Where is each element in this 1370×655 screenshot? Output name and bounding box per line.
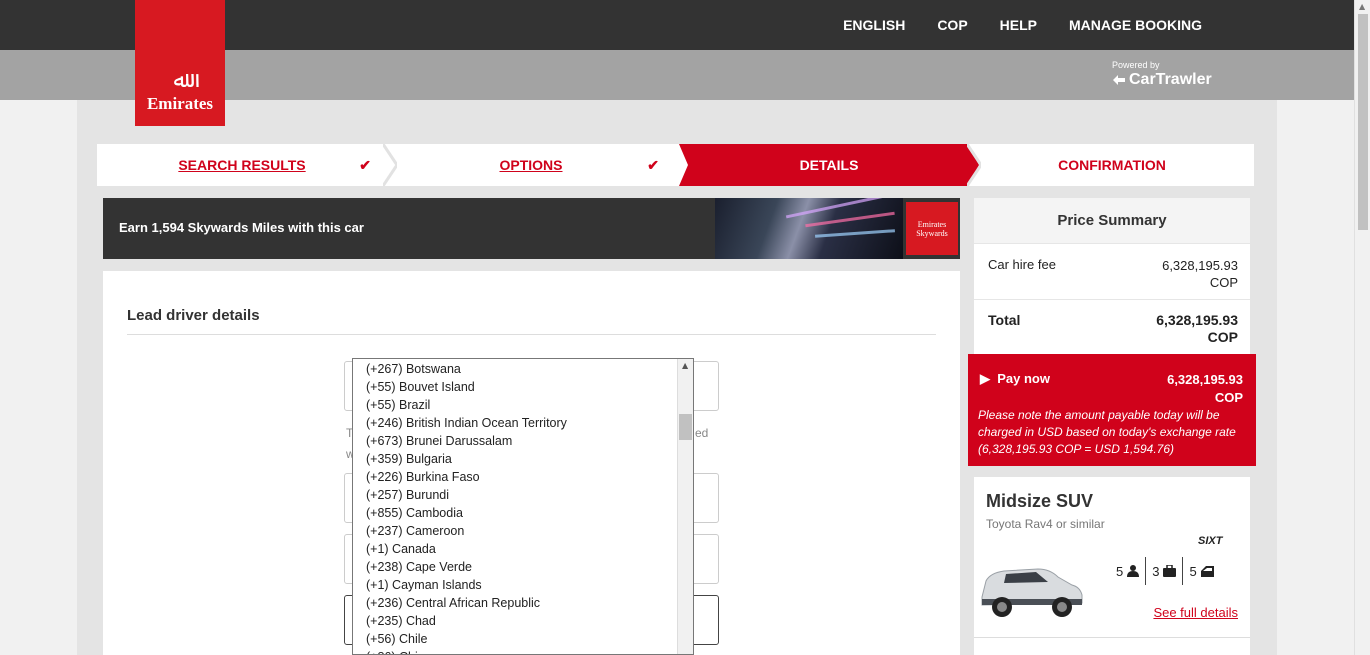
suitcase-icon [1163,565,1177,577]
country-code-option[interactable]: (+56) Chile [353,630,567,648]
step-label: DETAILS [799,157,859,173]
price-summary: Price Summary Car hire fee 6,328,195.93 … [974,198,1250,356]
car-model: Toyota Rav4 or similar [986,517,1105,531]
price-summary-title: Price Summary [974,198,1250,244]
country-code-option[interactable]: (+236) Central African Republic [353,594,567,612]
check-icon: ✔ [359,156,371,173]
country-code-option[interactable]: (+226) Burkina Faso [353,468,567,486]
skywards-badge: Emirates Skywards [906,202,958,255]
step-label[interactable]: SEARCH RESULTS [178,157,305,173]
country-code-options: (+267) Botswana (+55) Bouvet Island (+55) … [353,360,567,654]
car-hire-fee-amount: 6,328,195.93 [1162,258,1238,273]
skywards-badge-line2: Skywards [916,228,948,238]
car-hire-fee-row: Car hire fee 6,328,195.93 COP [988,257,1238,290]
pay-now-label: Pay now [997,371,1050,386]
country-code-option[interactable]: (+55) Brazil [353,396,567,414]
car-summary-card: Midsize SUV Toyota Rav4 or similar SIXT … [974,477,1250,655]
language-link[interactable]: ENGLISH [843,17,905,33]
supplier-logo: SIXT [1198,535,1223,547]
scroll-up-icon[interactable]: ▲ [1359,2,1365,11]
country-code-option[interactable]: (+55) Bouvet Island [353,378,567,396]
doors-count: 5 [1189,563,1197,579]
seats-count: 5 [1116,563,1124,579]
total-currency: COP [1207,329,1238,345]
country-code-option[interactable]: (+359) Bulgaria [353,450,567,468]
scrollbar-thumb[interactable] [679,414,692,440]
country-code-option[interactable]: (+855) Cambodia [353,504,567,522]
step-confirmation: CONFIRMATION [977,144,1247,186]
check-icon: ✔ [647,156,659,173]
hint-text: ed [695,426,709,440]
help-link[interactable]: HELP [1000,17,1037,33]
country-code-dropdown[interactable]: (+267) Botswana (+55) Bouvet Island (+55) … [352,358,694,655]
skywards-banner: Earn 1,594 Skywards Miles with this car … [103,198,960,259]
pay-now-amount: 6,328,195.93 [1167,372,1243,387]
cartrawler-brand: CarTrawler [1129,71,1212,88]
caret-right-icon: ▶ [980,371,990,386]
bags-spec: 3 [1145,557,1182,585]
car-image [981,568,1083,617]
divider [974,637,1250,638]
country-code-option[interactable]: (+257) Burundi [353,486,567,504]
doors-spec: 5 [1182,557,1219,585]
exchange-rate-note: Please note the amount payable today wil… [978,408,1236,456]
car-door-icon [1200,565,1214,577]
see-full-details-link[interactable]: See full details [1153,605,1238,620]
country-code-option[interactable]: (+1) Cayman Islands [353,576,567,594]
country-code-option[interactable]: (+235) Chad [353,612,567,630]
logo-text: Emirates [146,94,214,113]
country-code-option[interactable]: (+246) British Indian Ocean Territory [353,414,567,432]
cartrawler-logo-icon [1113,75,1125,85]
country-code-option[interactable]: (+1) Canada [353,540,567,558]
powered-by-text: Powered by [1112,60,1160,70]
car-interior-photo [715,198,903,259]
total-row: Total 6,328,195.93 COP [988,312,1238,345]
emirates-calligraphy-icon: ﷲ [173,68,187,93]
country-code-option[interactable]: (+673) Brunei Darussalam [353,432,567,450]
manage-booking-link[interactable]: MANAGE BOOKING [1069,17,1202,33]
pay-now-currency: COP [1214,390,1243,405]
emirates-logo[interactable]: ﷲ Emirates [135,0,225,126]
pay-now-box: ▶ Pay now 6,328,195.93 COP Please note t… [968,354,1256,466]
country-code-option[interactable]: (+267) Botswana [353,360,567,378]
car-hire-fee-currency: COP [1209,275,1238,290]
step-search-results[interactable]: SEARCH RESULTS ✔ [97,144,387,186]
step-label[interactable]: OPTIONS [499,157,562,173]
seats-spec: 5 [1110,557,1145,585]
page-scrollbar[interactable]: ▲ [1354,0,1370,655]
total-amount: 6,328,195.93 [1156,312,1238,328]
step-options[interactable]: OPTIONS ✔ [387,144,675,186]
step-details: DETAILS [679,144,979,186]
divider [127,334,936,335]
country-code-option[interactable]: (+86) China [353,648,567,654]
car-hire-fee-label: Car hire fee [988,257,1056,272]
lead-driver-heading: Lead driver details [127,307,260,324]
bags-count: 3 [1152,563,1160,579]
powered-by-cartrawler: Powered by CarTrawler [1112,60,1212,89]
car-category: Midsize SUV [986,491,1094,511]
scroll-up-icon[interactable]: ▲ [682,361,688,370]
step-label: CONFIRMATION [1058,157,1166,173]
person-icon [1127,565,1140,577]
car-specs: 5 3 5 [1110,557,1220,585]
total-label: Total [988,312,1021,328]
country-code-option[interactable]: (+238) Cape Verde [353,558,567,576]
country-code-option[interactable]: (+237) Cameroon [353,522,567,540]
currency-link[interactable]: COP [937,17,967,33]
skywards-miles-text: Earn 1,594 Skywards Miles with this car [119,220,364,235]
progress-steps: SEARCH RESULTS ✔ OPTIONS ✔ DETAILS CONFI… [97,144,1254,186]
top-nav: ENGLISH COP HELP MANAGE BOOKING [843,0,1202,50]
scrollbar-thumb[interactable] [1358,14,1368,230]
dropdown-scrollbar[interactable]: ▲ [677,359,693,654]
skywards-badge-line1: Emirates [917,219,947,229]
divider [974,299,1250,300]
